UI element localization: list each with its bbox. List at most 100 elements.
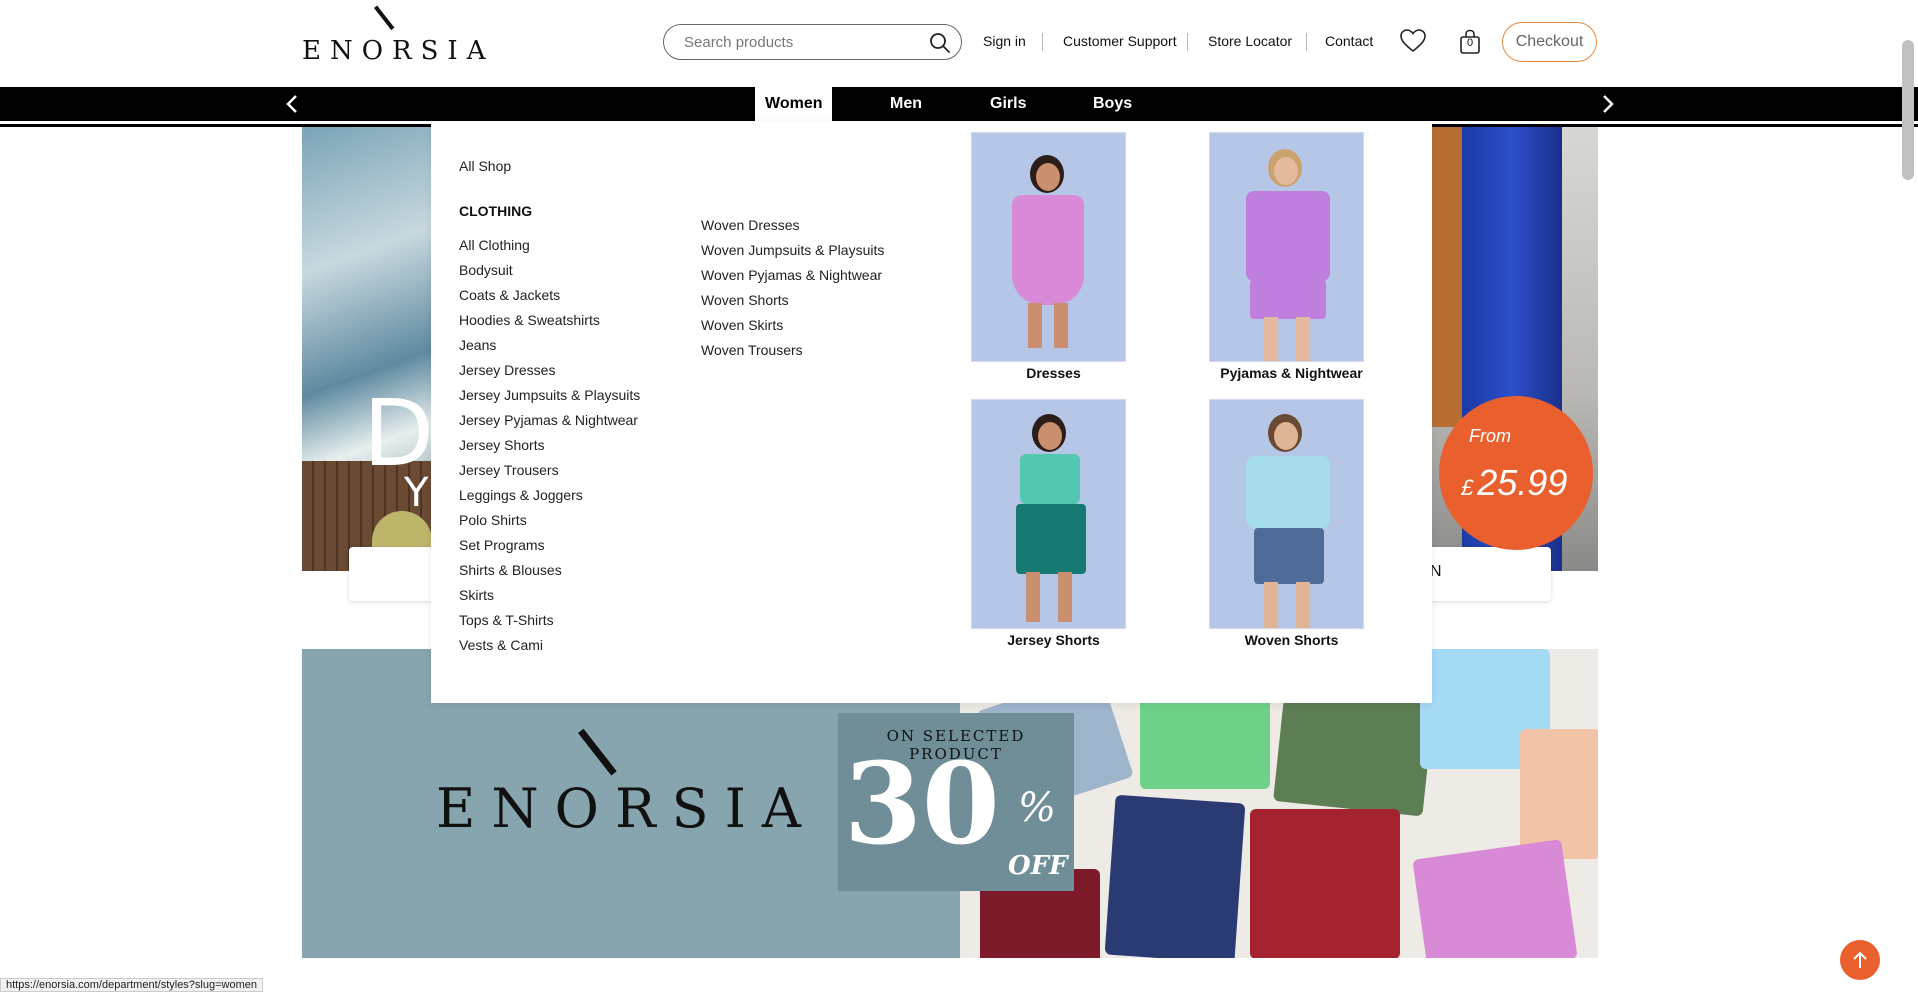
menu-link[interactable]: Jeans <box>459 337 496 353</box>
page: ENORSIA Sign in Customer Support Store L… <box>0 0 1918 992</box>
arrow-up-icon <box>1853 951 1867 968</box>
menu-link[interactable]: Coats & Jackets <box>459 287 560 303</box>
status-bar-url: https://enorsia.com/department/styles?sl… <box>0 978 263 992</box>
menu-link[interactable]: Polo Shirts <box>459 512 527 528</box>
model-leg <box>1264 582 1278 628</box>
cloth-red-vest <box>1250 809 1400 958</box>
featured-label: Dresses <box>1026 365 1081 381</box>
hero-subheadline: Y <box>404 470 429 516</box>
featured-dresses[interactable]: Dresses <box>971 132 1136 381</box>
bag-count: 0 <box>1466 37 1474 49</box>
model-leg <box>1264 317 1278 361</box>
menu-link[interactable]: Tops & T-Shirts <box>459 612 554 628</box>
model-face <box>1038 422 1062 450</box>
menu-link[interactable]: Jersey Jumpsuits & Playsuits <box>459 387 640 403</box>
tab-men[interactable]: Men <box>890 87 922 121</box>
menu-link[interactable]: Woven Dresses <box>701 217 800 233</box>
menu-link-all-shop[interactable]: All Shop <box>459 158 511 174</box>
menu-link[interactable]: Jersey Pyjamas & Nightwear <box>459 412 638 428</box>
cloth-floral-blouse <box>1520 729 1598 859</box>
menu-link[interactable]: Leggings & Joggers <box>459 487 583 503</box>
checkout-button[interactable]: Checkout <box>1502 22 1597 62</box>
price-prefix: From <box>1469 426 1511 446</box>
featured-pyjamas[interactable]: Pyjamas & Nightwear <box>1209 132 1374 381</box>
menu-link[interactable]: Vests & Cami <box>459 637 543 653</box>
price-currency: £ <box>1461 475 1474 500</box>
price-badge: From £25.99 <box>1439 396 1593 550</box>
logo-mark <box>374 5 395 31</box>
menu-link[interactable]: Woven Pyjamas & Nightwear <box>701 267 882 283</box>
menu-heading-clothing: CLOTHING <box>459 203 533 219</box>
model-leg <box>1054 303 1068 348</box>
model-dress <box>1012 195 1084 305</box>
price-value: 25.99 <box>1477 462 1568 503</box>
featured-image <box>1209 399 1364 629</box>
model-shorts <box>1016 504 1086 574</box>
cloth-pink-top <box>1412 839 1578 958</box>
brand-logo[interactable]: ENORSIA <box>302 5 485 66</box>
model-cardigan <box>1246 456 1330 528</box>
divider <box>1042 33 1043 51</box>
model-crop-top <box>1020 454 1080 504</box>
search-box <box>663 24 962 60</box>
promo-logo: ENORSIA <box>436 728 801 843</box>
back-to-top-button[interactable] <box>1840 940 1880 980</box>
discount-off: OFF <box>1008 851 1068 881</box>
model-pyjama-shirt <box>1246 191 1330 281</box>
menu-link[interactable]: Jersey Dresses <box>459 362 555 378</box>
search-icon[interactable] <box>929 32 951 54</box>
menu-link[interactable]: All Clothing <box>459 237 530 253</box>
search-input[interactable] <box>684 33 914 51</box>
discount-number: 30 <box>844 739 1000 870</box>
menu-link[interactable]: Jersey Shorts <box>459 437 545 453</box>
menu-link[interactable]: Hoodies & Sweatshirts <box>459 312 600 328</box>
menu-link[interactable]: Set Programs <box>459 537 545 553</box>
scrollbar-thumb[interactable] <box>1902 40 1914 180</box>
menu-link[interactable]: Woven Trousers <box>701 342 803 358</box>
discount-badge: ON SELECTED PRODUCT 30 % OFF <box>838 713 1074 891</box>
menu-link[interactable]: Woven Skirts <box>701 317 783 333</box>
featured-image <box>971 132 1126 362</box>
contact-link[interactable]: Contact <box>1325 33 1373 49</box>
header: ENORSIA Sign in Customer Support Store L… <box>0 0 1918 87</box>
featured-image <box>1209 132 1364 362</box>
menu-link[interactable]: Shirts & Blouses <box>459 562 562 578</box>
chevron-right-icon[interactable] <box>1596 93 1618 115</box>
store-locator-link[interactable]: Store Locator <box>1208 33 1292 49</box>
featured-jersey-shorts[interactable]: Jersey Shorts <box>971 399 1136 648</box>
heart-icon[interactable] <box>1400 29 1426 53</box>
featured-label: Woven Shorts <box>1244 632 1339 648</box>
model-leg <box>1026 572 1040 622</box>
discount-percent: % <box>1018 785 1057 831</box>
menu-link[interactable]: Skirts <box>459 587 494 603</box>
chevron-left-icon[interactable] <box>282 93 304 115</box>
logo-text: ENORSIA <box>302 36 495 66</box>
model-denim-shorts <box>1254 528 1324 584</box>
sign-in-link[interactable]: Sign in <box>983 33 1026 49</box>
tab-boys[interactable]: Boys <box>1093 87 1132 121</box>
menu-link[interactable]: Woven Jumpsuits & Playsuits <box>701 242 884 258</box>
model-face <box>1274 422 1298 450</box>
featured-label: Pyjamas & Nightwear <box>1220 365 1363 381</box>
model-face <box>1036 163 1060 191</box>
customer-support-link[interactable]: Customer Support <box>1063 33 1177 49</box>
featured-label: Jersey Shorts <box>1007 632 1100 648</box>
featured-image <box>971 399 1126 629</box>
model-leg <box>1296 582 1310 628</box>
divider <box>1306 33 1307 51</box>
logo-text: ENORSIA <box>436 777 817 840</box>
tab-women[interactable]: Women <box>755 87 833 121</box>
menu-link[interactable]: Woven Shorts <box>701 292 789 308</box>
menu-link[interactable]: Bodysuit <box>459 262 513 278</box>
featured-woven-shorts[interactable]: Woven Shorts <box>1209 399 1374 648</box>
model-face <box>1274 157 1298 185</box>
model-leg <box>1058 572 1072 622</box>
menu-link[interactable]: Jersey Trousers <box>459 462 559 478</box>
price-value-wrap: £25.99 <box>1461 462 1567 504</box>
tab-girls[interactable]: Girls <box>990 87 1026 121</box>
model-leg <box>1028 303 1042 348</box>
category-bar: Women Men Girls Boys <box>0 87 1918 121</box>
logo-mark <box>578 728 617 776</box>
divider <box>1187 33 1188 51</box>
cloth-navy-cami <box>1104 794 1246 958</box>
